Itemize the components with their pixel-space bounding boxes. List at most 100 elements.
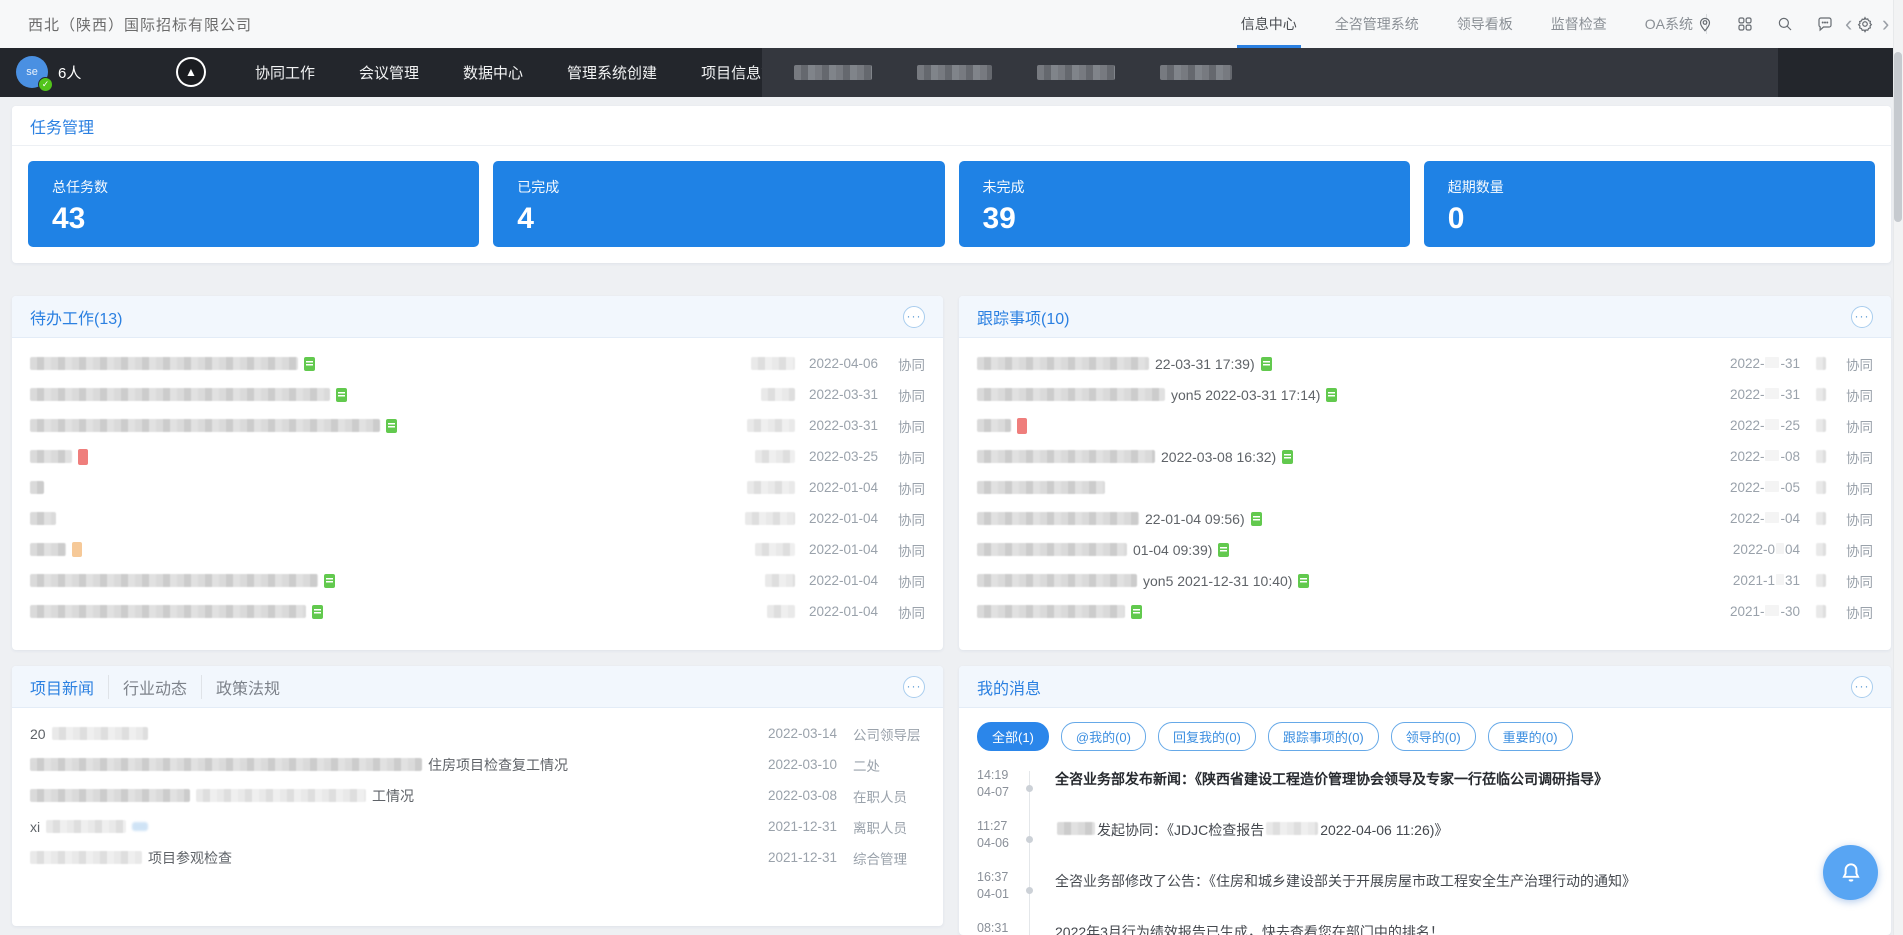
card-completed[interactable]: 已完成 4 [493, 161, 944, 247]
notifications-bell-button[interactable] [1823, 845, 1878, 900]
redacted-nav-tab[interactable] [1037, 65, 1115, 80]
document-badge-icon [1218, 543, 1229, 557]
track-row[interactable]: yon5 2022-03-31 17:14) 2022--31 协同 [977, 379, 1873, 410]
redacted-name [755, 543, 795, 556]
apps-grid-icon[interactable] [1735, 14, 1755, 34]
filter-tracked[interactable]: 跟踪事项的(0) [1268, 722, 1379, 751]
news-row[interactable]: 工情况 2022-03-08 在职人员 [30, 780, 925, 811]
user-avatar[interactable]: se ✓ [16, 56, 50, 90]
track-row[interactable]: yon5 2021-12-31 10:40) 2021-131 协同 [977, 565, 1873, 596]
more-options-icon[interactable]: ··· [903, 306, 925, 328]
redacted-nav-tab[interactable] [1160, 65, 1232, 80]
scrollbar-thumb[interactable] [1894, 52, 1902, 222]
track-row[interactable]: 2021--30 协同 [977, 596, 1873, 627]
todo-row[interactable]: 2022-01-04 协同 [30, 534, 925, 565]
online-check-icon: ✓ [38, 77, 53, 92]
nav-item-system-builder[interactable]: 管理系统创建 [567, 62, 657, 83]
redacted-name [1816, 512, 1826, 525]
top-bar: 西北（陕西）国际招标有限公司 信息中心 全咨管理系统 领导看板 监督检查 OA系… [0, 0, 1903, 48]
nav-item-collaboration[interactable]: 协同工作 [255, 62, 315, 83]
redacted-nav-tab[interactable] [794, 65, 872, 80]
redacted-title [977, 419, 1011, 432]
tab-policies[interactable]: 政策法规 [201, 675, 294, 699]
tab-oa-system[interactable]: OA系统 [1645, 0, 1693, 48]
chat-icon[interactable] [1815, 14, 1835, 34]
message-item[interactable]: 08:3104-01 2022年3月行为绩效报告已生成，快去查看您在部门中的排名… [977, 920, 1873, 935]
timeline-dot [1026, 887, 1033, 894]
tab-project-news[interactable]: 项目新闻 [30, 675, 108, 699]
search-icon[interactable] [1775, 14, 1795, 34]
redacted-title [977, 574, 1137, 587]
todo-row[interactable]: 2022-01-04 协同 [30, 472, 925, 503]
timeline-dot [1026, 836, 1033, 843]
more-options-icon[interactable]: ··· [1851, 676, 1873, 698]
settings-gear-icon[interactable] [1855, 14, 1875, 34]
filter-at-me[interactable]: @我的(0) [1061, 722, 1146, 751]
nav-scroll-left-icon[interactable]: ‹ [1845, 12, 1852, 36]
track-row[interactable]: 2022--05 协同 [977, 472, 1873, 503]
redacted-date-part [1765, 512, 1779, 523]
card-uncompleted[interactable]: 未完成 39 [959, 161, 1410, 247]
redacted-title [30, 789, 190, 802]
todo-row[interactable]: 2022-04-06 协同 [30, 348, 925, 379]
redacted-name [747, 419, 795, 432]
todo-row[interactable]: 2022-03-31 协同 [30, 379, 925, 410]
news-row[interactable]: 20 2022-03-14 公司领导层 [30, 718, 925, 749]
document-badge-icon [324, 574, 335, 588]
redacted-title [977, 481, 1105, 494]
message-filters: 全部(1) @我的(0) 回复我的(0) 跟踪事项的(0) 领导的(0) 重要的… [959, 708, 1891, 757]
todo-row[interactable]: 2022-03-31 协同 [30, 410, 925, 441]
tab-leader-board[interactable]: 领导看板 [1457, 0, 1513, 48]
redacted-title [30, 419, 380, 432]
message-item[interactable]: 14:1904-07 全咨业务部发布新闻：《陕西省建设工程造价管理协会领导及专家… [977, 767, 1873, 801]
news-panel: 项目新闻 行业动态 政策法规 ··· 20 2022-03-14 公司领导层 住… [12, 666, 943, 926]
nav-scroll-right-icon[interactable]: › [1882, 12, 1889, 36]
news-row[interactable]: 项目参观检查 2021-12-31 综合管理 [30, 842, 925, 873]
page-scrollbar[interactable] [1893, 0, 1903, 935]
todo-row[interactable]: 2022-01-04 协同 [30, 596, 925, 627]
messages-panel: 我的消息 ··· 全部(1) @我的(0) 回复我的(0) 跟踪事项的(0) 领… [959, 666, 1891, 935]
more-options-icon[interactable]: ··· [903, 676, 925, 698]
nav-item-meetings[interactable]: 会议管理 [359, 62, 419, 83]
redacted-title [977, 605, 1125, 618]
redacted-title [30, 605, 306, 618]
document-badge-icon [1261, 357, 1272, 371]
track-row[interactable]: 22-03-31 17:39) 2022--31 协同 [977, 348, 1873, 379]
news-row[interactable]: 住房项目检查复工情况 2022-03-10 二处 [30, 749, 925, 780]
redacted-name [1816, 419, 1826, 432]
filter-replies[interactable]: 回复我的(0) [1158, 722, 1256, 751]
todo-panel: 待办工作(13) ··· 2022-04-06 协同 2022-03-31 协同… [12, 296, 943, 650]
tab-consulting-system[interactable]: 全咨管理系统 [1335, 0, 1419, 48]
card-overdue[interactable]: 超期数量 0 [1424, 161, 1875, 247]
tab-info-center[interactable]: 信息中心 [1241, 0, 1297, 48]
todo-row[interactable]: 2022-01-04 协同 [30, 503, 925, 534]
track-row[interactable]: 22-01-04 09:56) 2022--04 协同 [977, 503, 1873, 534]
nav-item-data-center[interactable]: 数据中心 [463, 62, 523, 83]
redacted-mark [132, 822, 148, 831]
redacted-title [30, 758, 422, 771]
redacted-name [1816, 481, 1826, 494]
track-row[interactable]: 2022-03-08 16:32) 2022--08 协同 [977, 441, 1873, 472]
tab-industry-trends[interactable]: 行业动态 [108, 675, 201, 699]
portal-tabs: 信息中心 全咨管理系统 领导看板 监督检查 OA系统 [1241, 0, 1693, 48]
message-item[interactable]: 11:2704-06 发起协同：《JDJC检查报告2022-04-06 11:2… [977, 818, 1873, 852]
redacted-name [1816, 543, 1826, 556]
redacted-nav-tab[interactable] [917, 65, 992, 80]
redacted-name [751, 357, 795, 370]
tab-supervision[interactable]: 监督检查 [1551, 0, 1607, 48]
more-options-icon[interactable]: ··· [1851, 306, 1873, 328]
redacted-name [767, 605, 795, 618]
filter-important[interactable]: 重要的(0) [1488, 722, 1573, 751]
todo-row[interactable]: 2022-01-04 协同 [30, 565, 925, 596]
todo-row[interactable]: 2022-03-25 协同 [30, 441, 925, 472]
app-logo[interactable]: ▲ [176, 57, 206, 87]
card-total-tasks[interactable]: 总任务数 43 [28, 161, 479, 247]
message-item[interactable]: 16:3704-01 全咨业务部修改了公告：《住房和城乡建设部关于开展房屋市政工… [977, 869, 1873, 903]
track-row[interactable]: 01-04 09:39) 2022-004 协同 [977, 534, 1873, 565]
location-icon[interactable] [1695, 14, 1715, 34]
filter-leaders[interactable]: 领导的(0) [1391, 722, 1476, 751]
logo-triangle-icon: ▲ [178, 59, 204, 85]
filter-all[interactable]: 全部(1) [977, 722, 1049, 751]
news-row[interactable]: xi 2021-12-31 离职人员 [30, 811, 925, 842]
track-row[interactable]: 2022--25 协同 [977, 410, 1873, 441]
